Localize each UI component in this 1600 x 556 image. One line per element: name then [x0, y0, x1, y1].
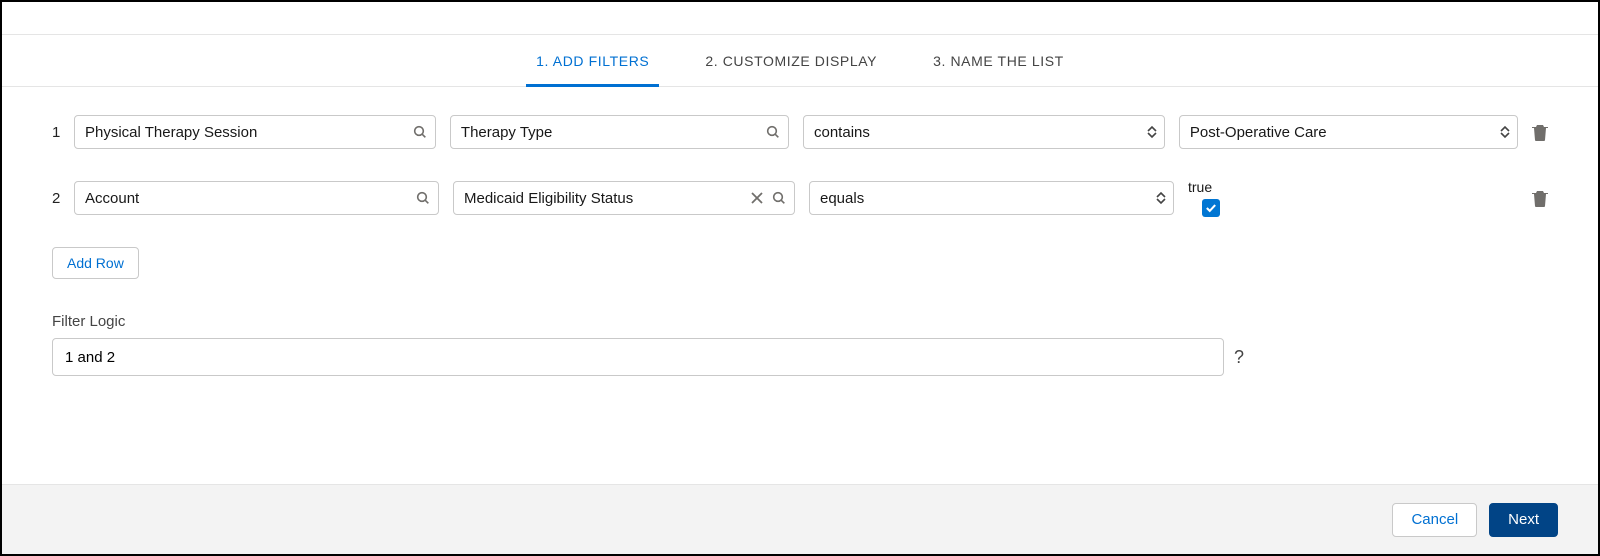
- object-field: [74, 181, 439, 215]
- value-field: [1179, 115, 1518, 149]
- object-input[interactable]: [74, 115, 436, 149]
- trash-icon: [1532, 189, 1548, 207]
- filter-logic-help[interactable]: ?: [1234, 347, 1244, 368]
- attribute-field: [453, 181, 795, 215]
- filter-logic-section: Filter Logic ?: [52, 313, 1548, 376]
- attribute-field: [450, 115, 789, 149]
- modal-header-spacer: [2, 2, 1598, 35]
- trash-icon: [1532, 123, 1548, 141]
- tab-name-the-list[interactable]: 3. NAME THE LIST: [933, 35, 1064, 86]
- value-field: true: [1188, 179, 1220, 217]
- operator-select[interactable]: [803, 115, 1165, 149]
- value-select[interactable]: [1179, 115, 1518, 149]
- tab-add-filters[interactable]: 1. ADD FILTERS: [536, 35, 649, 86]
- object-field: [74, 115, 436, 149]
- row-number: 2: [52, 190, 60, 207]
- object-input[interactable]: [74, 181, 439, 215]
- operator-select[interactable]: [809, 181, 1174, 215]
- attribute-input[interactable]: [450, 115, 789, 149]
- modal-footer: Cancel Next: [2, 484, 1598, 554]
- filter-row: 1: [52, 115, 1548, 149]
- check-icon: [1205, 203, 1217, 213]
- next-button[interactable]: Next: [1489, 503, 1558, 537]
- filter-modal: 1. ADD FILTERS 2. CUSTOMIZE DISPLAY 3. N…: [0, 0, 1600, 556]
- modal-body: 1: [2, 87, 1598, 484]
- clear-input-button[interactable]: [749, 190, 765, 206]
- filter-logic-input[interactable]: [52, 338, 1224, 376]
- row-number: 1: [52, 124, 60, 141]
- close-icon: [749, 190, 765, 206]
- tab-customize-display[interactable]: 2. CUSTOMIZE DISPLAY: [705, 35, 877, 86]
- cancel-button[interactable]: Cancel: [1392, 503, 1477, 537]
- wizard-tabs: 1. ADD FILTERS 2. CUSTOMIZE DISPLAY 3. N…: [2, 35, 1598, 87]
- attribute-input[interactable]: [453, 181, 795, 215]
- filter-row: 2 true: [52, 179, 1548, 217]
- value-checkbox[interactable]: [1202, 199, 1220, 217]
- add-row-button[interactable]: Add Row: [52, 247, 139, 279]
- delete-row-button[interactable]: [1532, 123, 1548, 141]
- delete-row-button[interactable]: [1532, 189, 1548, 207]
- operator-field: [803, 115, 1165, 149]
- filter-logic-label: Filter Logic: [52, 313, 1548, 330]
- operator-field: [809, 181, 1174, 215]
- value-label: true: [1188, 179, 1212, 195]
